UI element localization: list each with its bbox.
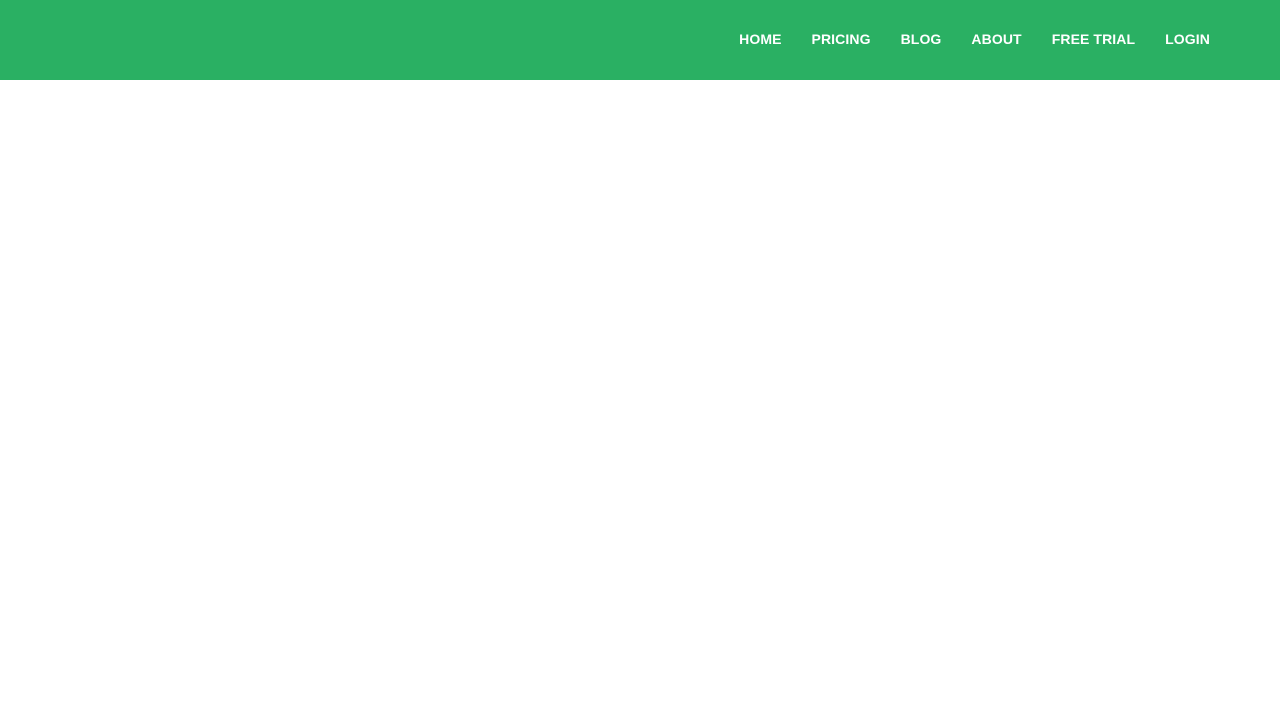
nav-link-pricing[interactable]: PRICING — [812, 31, 871, 47]
nav-link-blog[interactable]: BLOG — [901, 31, 942, 47]
nav-link-login[interactable]: LOGIN — [1165, 31, 1210, 47]
top-navbar: HOME PRICING BLOG ABOUT FREE TRIAL LOGIN — [0, 0, 1280, 80]
nav-item-about: ABOUT — [971, 31, 1021, 49]
main-nav: HOME PRICING BLOG ABOUT FREE TRIAL LOGIN — [739, 0, 1210, 80]
main-content — [0, 80, 1280, 720]
nav-item-home: HOME — [739, 31, 781, 49]
nav-item-free-trial: FREE TRIAL — [1052, 31, 1135, 49]
nav-link-free-trial[interactable]: FREE TRIAL — [1052, 31, 1135, 47]
nav-link-home[interactable]: HOME — [739, 31, 781, 47]
nav-link-about[interactable]: ABOUT — [971, 31, 1021, 47]
nav-item-login: LOGIN — [1165, 31, 1210, 49]
nav-item-pricing: PRICING — [812, 31, 871, 49]
nav-item-blog: BLOG — [901, 31, 942, 49]
